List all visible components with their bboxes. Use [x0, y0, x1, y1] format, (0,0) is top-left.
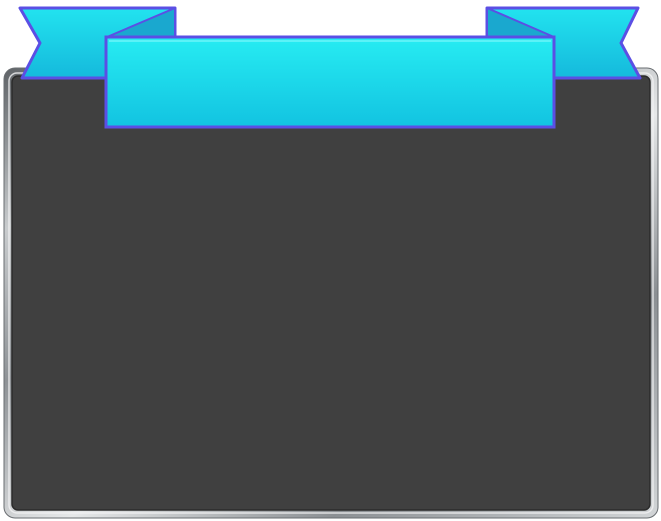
ribbon-panel	[0, 0, 661, 521]
panel-board	[11, 75, 651, 511]
ribbon-banner	[104, 35, 556, 129]
panel-graphic	[3, 6, 659, 519]
